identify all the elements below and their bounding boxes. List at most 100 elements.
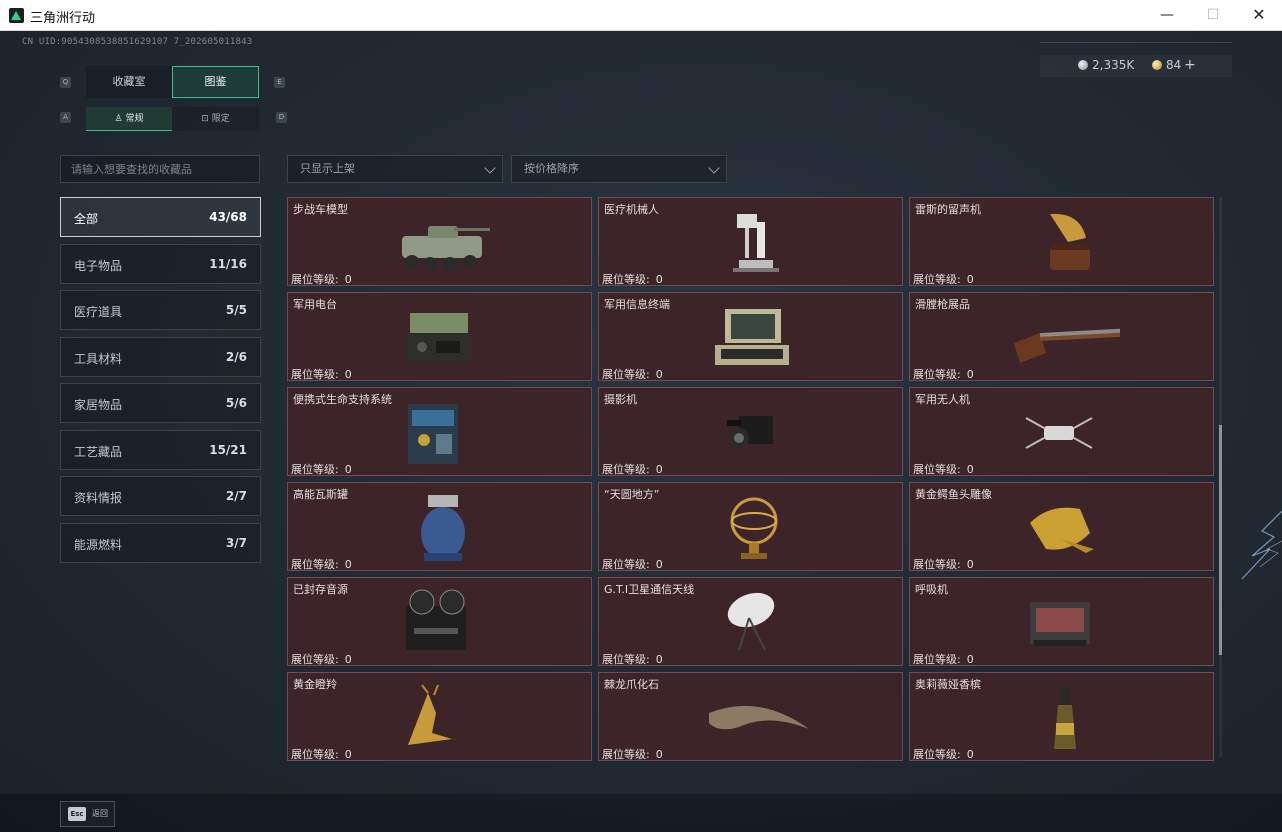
collectible-level: 展位等级: 0 <box>602 271 663 286</box>
collectible-card[interactable]: G.T.I卫星通信天线 展位等级: 0 <box>598 577 903 666</box>
level-value: 0 <box>344 558 352 571</box>
maximize-icon[interactable]: ☐ <box>1198 5 1228 25</box>
level-value: 0 <box>655 273 663 286</box>
shelf-filter-dropdown[interactable]: 只显示上架 <box>287 155 503 183</box>
gift-icon: ⊡ <box>201 114 209 124</box>
gold-gazelle-icon <box>408 684 452 745</box>
collectible-level: 展位等级: 0 <box>291 366 352 381</box>
search-input[interactable] <box>60 155 260 183</box>
add-currency-button[interactable]: + <box>1184 57 1196 73</box>
collectible-name: 军用无人机 <box>915 393 970 406</box>
collectible-card[interactable]: 步战车模型展位等级: 0 <box>287 197 592 286</box>
collectible-name: 便携式生命支持系统 <box>293 393 392 406</box>
armillary-sphere-icon <box>730 497 778 559</box>
level-value: 0 <box>655 463 663 476</box>
sort-dropdown[interactable]: 按价格降序 <box>511 155 727 183</box>
collectible-level: 展位等级: 0 <box>602 366 663 380</box>
collectible-level: 展位等级: 0 <box>291 271 352 285</box>
app-logo-icon <box>9 8 24 23</box>
level-value: 0 <box>344 653 352 666</box>
chevron-down-icon <box>484 162 496 174</box>
next-tab-key: E <box>274 77 285 88</box>
collectible-card[interactable]: 已封存音源 展位等级: 0 <box>287 577 592 666</box>
gold-coin-icon <box>1152 60 1162 70</box>
prev-tab-key: Q <box>60 77 71 88</box>
collectible-card[interactable]: 便携式生命支持系统 展位等级: 0 <box>287 387 592 476</box>
category-name: 全部 <box>74 212 99 226</box>
rugged-laptop-icon <box>715 309 789 365</box>
subtab-limited[interactable]: ⊡ 限定 <box>172 107 259 131</box>
scrollbar-thumb[interactable] <box>1219 425 1222 655</box>
level-value: 0 <box>344 368 352 381</box>
level-label: 展位等级: <box>291 368 339 381</box>
category-item[interactable]: 工艺藏品 15/21 <box>60 429 261 470</box>
collectible-card[interactable]: 黄金瞪羚展位等级: 0 <box>287 672 592 761</box>
collectible-card[interactable]: 奥莉薇娅香槟 展位等级: 0 <box>909 672 1214 761</box>
collectible-level: 展位等级: 0 <box>291 461 352 475</box>
category-count: 5/6 <box>225 396 247 410</box>
collectible-card[interactable]: 医疗机械人 展位等级: 0 <box>598 197 903 286</box>
collectible-level: 展位等级: 0 <box>913 461 974 475</box>
level-label: 展位等级: <box>913 558 961 571</box>
level-label: 展位等级: <box>602 748 650 761</box>
level-value: 0 <box>966 653 974 666</box>
collectible-name: 呼吸机 <box>915 583 948 596</box>
silver-amount: 2,335K <box>1092 58 1135 72</box>
trophy-icon: ♙ <box>114 114 123 124</box>
collectible-name: 已封存音源 <box>293 583 348 596</box>
collectible-card[interactable]: 摄影机 展位等级: 0 <box>598 387 903 476</box>
back-button[interactable]: Esc 返回 <box>60 801 115 827</box>
musket-icon <box>1014 325 1120 363</box>
collectible-card[interactable]: 军用无人机展位等级: 0 <box>909 387 1214 476</box>
collectible-name: G.T.I卫星通信天线 <box>604 583 695 596</box>
category-item[interactable]: 全部 43/68 <box>60 197 261 237</box>
collectible-card[interactable]: 黄金鳄鱼头雕像 展位等级: 0 <box>909 482 1214 571</box>
prev-subtab-key: A <box>60 112 71 123</box>
category-item[interactable]: 医疗道具 5/5 <box>60 290 261 330</box>
life-support-icon <box>408 404 458 464</box>
chevron-down-icon <box>708 162 720 174</box>
level-label: 展位等级: <box>602 558 650 571</box>
collectible-card[interactable]: 军用信息终端 展位等级: 0 <box>598 292 903 381</box>
category-item[interactable]: 家居物品 5/6 <box>60 383 261 423</box>
subtab-regular[interactable]: ♙ 常规 <box>86 107 172 131</box>
close-icon[interactable]: ✕ <box>1244 5 1274 25</box>
collectible-name: 棘龙爪化石 <box>604 678 659 691</box>
game-viewport: CN UID:9054308538851629107 7_20260501184… <box>0 31 1282 832</box>
collectible-name: 雷斯的留声机 <box>915 203 981 216</box>
collectible-level: 展位等级: 0 <box>291 746 352 760</box>
collectible-card[interactable]: “天圆地方” 展位等级: 0 <box>598 482 903 571</box>
category-item[interactable]: 电子物品 11/16 <box>60 243 261 284</box>
collectible-card[interactable]: 高能瓦斯罐 展位等级: 0 <box>287 482 592 571</box>
category-name: 资料情报 <box>74 491 123 505</box>
level-value: 0 <box>966 748 974 761</box>
tab-collection-room[interactable]: 收藏室 <box>86 66 172 98</box>
back-label: 返回 <box>92 809 108 818</box>
collectible-level: 展位等级: 0 <box>602 461 663 476</box>
collectible-name: “天圆地方” <box>604 488 660 501</box>
armored-vehicle-icon <box>402 226 490 271</box>
collectible-card[interactable]: 滑膛枪展品 展位等级: 0 <box>909 292 1214 381</box>
collectible-card[interactable]: 雷斯的留声机 展位等级: 0 <box>909 197 1214 286</box>
tab-catalog[interactable]: 图鉴 <box>172 66 259 98</box>
category-item[interactable]: 能源燃料 3/7 <box>60 522 261 563</box>
collectible-name: 黄金瞪羚 <box>293 678 337 691</box>
reel-recorder-icon <box>406 589 466 650</box>
level-label: 展位等级: <box>913 748 961 761</box>
collectible-card[interactable]: 棘龙爪化石展位等级: 0 <box>598 672 903 761</box>
category-count: 5/5 <box>225 303 247 317</box>
minimize-icon[interactable]: — <box>1152 5 1182 25</box>
collectible-card[interactable]: 军用电台 展位等级: 0 <box>287 292 592 381</box>
collectible-level: 展位等级: 0 <box>602 746 663 761</box>
military-radio-icon <box>406 313 470 361</box>
grid-scrollbar[interactable] <box>1219 197 1222 757</box>
level-label: 展位等级: <box>913 653 961 666</box>
collectible-card[interactable]: 呼吸机展位等级: 0 <box>909 577 1214 666</box>
camera-icon <box>727 416 773 448</box>
shelf-filter-label: 只显示上架 <box>300 162 355 175</box>
collectible-name: 步战车模型 <box>293 203 348 216</box>
category-item[interactable]: 资料情报 2/7 <box>60 476 261 516</box>
silver-coin-icon <box>1078 60 1088 70</box>
category-item[interactable]: 工具材料 2/6 <box>60 336 261 377</box>
category-name: 工具材料 <box>74 351 123 366</box>
